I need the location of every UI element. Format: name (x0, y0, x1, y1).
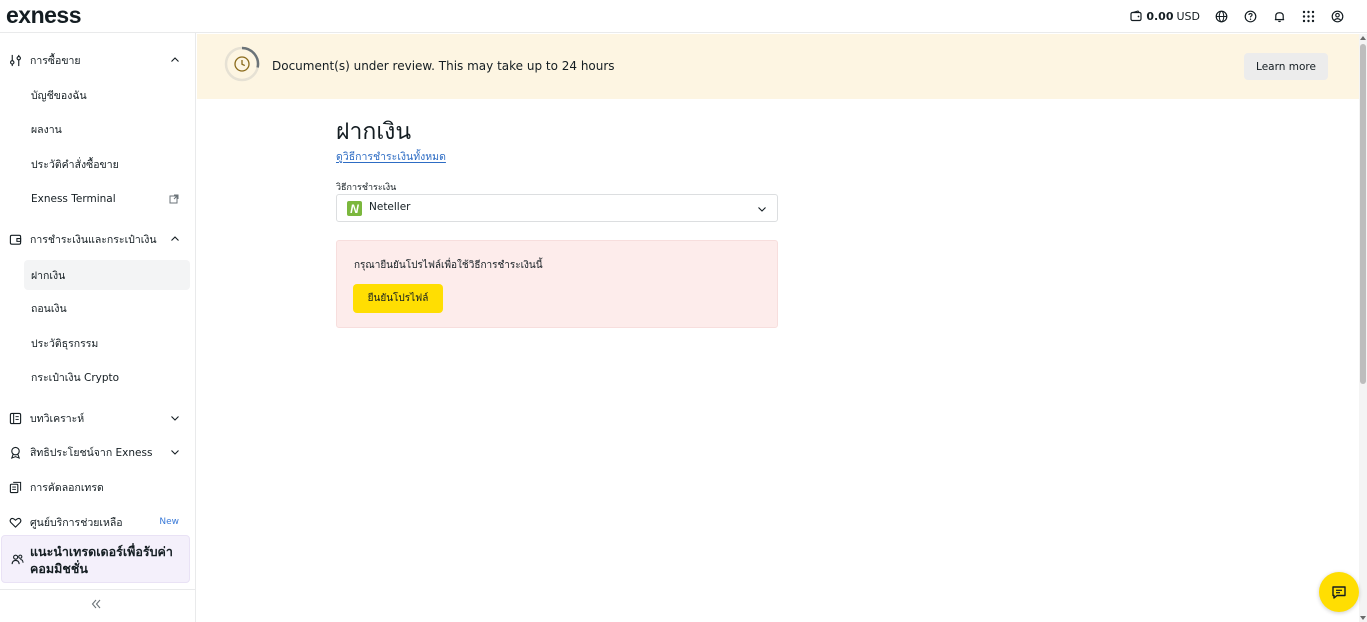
chevron-down-icon (170, 447, 180, 457)
external-link-icon (169, 194, 179, 204)
sidebar-item-withdrawal[interactable]: ถอนเงิน (0, 293, 196, 323)
award-icon (8, 445, 22, 459)
payment-method-label: วิธีการชำระเงิน (336, 183, 397, 193)
referral-promo[interactable]: แนะนำเทรดเดอร์เพื่อรับค่าคอมมิชชั่น (1, 535, 190, 583)
sidebar-item-support-center[interactable]: ศูนย์บริการช่วยเหลือ New (0, 507, 196, 537)
chevron-down-icon (758, 207, 766, 212)
balance-currency: USD (1176, 9, 1200, 23)
top-header: exness 0.00 USD (0, 0, 1367, 33)
clock-progress-icon (224, 46, 260, 82)
chat-support-button[interactable] (1319, 572, 1359, 612)
sidebar-divider (0, 589, 196, 590)
collapse-sidebar-icon[interactable] (88, 596, 104, 612)
verify-profile-alert: กรุณายืนยันโปรไฟล์เพื่อใช้วิธีการชำระเงิ… (336, 240, 778, 328)
sidebar-section-label: การชำระเงินและกระเป๋าเงิน (30, 233, 157, 246)
sliders-icon (8, 53, 22, 67)
exness-logo[interactable]: exness (6, 2, 82, 29)
sidebar-item-exness-terminal[interactable]: Exness Terminal (0, 184, 196, 214)
chevron-down-icon (170, 413, 180, 423)
sidebar-section-label: บทวิเคราะห์ (30, 412, 85, 425)
sidebar-item-order-history[interactable]: ประวัติคำสั่งซื้อขาย (0, 149, 196, 179)
sidebar-section-trading[interactable]: การซื้อขาย (0, 45, 196, 75)
payment-method-select[interactable]: N Neteller (336, 194, 778, 222)
analytics-icon (8, 411, 22, 425)
users-icon (10, 552, 24, 566)
verify-profile-alert-text: กรุณายืนยันโปรไฟล์เพื่อใช้วิธีการชำระเงิ… (354, 260, 543, 271)
verify-profile-button[interactable]: ยืนยันโปรไฟล์ (353, 284, 443, 313)
header-actions: 0.00 USD (1128, 0, 1345, 32)
page-scrollbar[interactable] (1359, 34, 1367, 622)
sidebar: การซื้อขาย บัญชีของฉัน ผลงาน ประวัติคำสั… (0, 33, 196, 622)
scrollbar-thumb[interactable] (1360, 44, 1366, 384)
scroll-down-icon[interactable] (1359, 614, 1367, 622)
heart-icon (8, 515, 22, 529)
sidebar-item-label: การคัดลอกเทรด (30, 481, 104, 494)
wallet-icon (8, 232, 22, 246)
sidebar-item-label: ศูนย์บริการช่วยเหลือ (30, 516, 123, 529)
sidebar-section-analytics[interactable]: บทวิเคราะห์ (0, 403, 196, 433)
neteller-logo-icon: N (347, 201, 362, 216)
review-banner: Document(s) under review. This may take … (197, 34, 1359, 99)
sidebar-item-crypto-wallet[interactable]: กระเป๋าเงิน Crypto (0, 362, 196, 392)
bell-icon[interactable] (1272, 9, 1287, 24)
page-title: ฝากเงิน (336, 119, 412, 145)
sidebar-section-benefits[interactable]: สิทธิประโยชน์จาก Exness (0, 437, 196, 467)
balance-display[interactable]: 0.00 USD (1128, 9, 1200, 24)
help-icon[interactable] (1243, 9, 1258, 24)
all-payment-methods-link[interactable]: ดูวิธีการชำระเงินทั้งหมด (336, 148, 446, 165)
new-badge: New (159, 517, 179, 527)
chat-icon (1332, 586, 1346, 599)
scroll-up-icon[interactable] (1359, 34, 1367, 42)
sidebar-item-my-accounts[interactable]: บัญชีของฉัน (0, 80, 196, 110)
sidebar-item-transaction-history[interactable]: ประวัติธุรกรรม (0, 328, 196, 358)
review-banner-text: Document(s) under review. This may take … (272, 59, 615, 73)
sidebar-item-copy-trading[interactable]: การคัดลอกเทรด (0, 472, 196, 502)
sidebar-section-label: สิทธิประโยชน์จาก Exness (30, 446, 153, 459)
copy-icon (8, 480, 22, 494)
globe-icon[interactable] (1214, 9, 1229, 24)
sidebar-section-payments[interactable]: การชำระเงินและกระเป๋าเงิน (0, 224, 196, 254)
chevron-up-icon (170, 234, 180, 244)
wallet-icon (1128, 9, 1143, 24)
sidebar-item-performance[interactable]: ผลงาน (0, 114, 196, 144)
sidebar-item-deposit[interactable]: ฝากเงิน (24, 260, 190, 290)
sidebar-section-label: การซื้อขาย (30, 54, 81, 67)
payment-method-value: Neteller (369, 201, 411, 213)
referral-promo-label: แนะนำเทรดเดอร์เพื่อรับค่าคอมมิชชั่น (30, 544, 173, 576)
balance-amount: 0.00 (1146, 9, 1174, 23)
apps-grid-icon[interactable] (1301, 9, 1316, 24)
chevron-up-icon (170, 55, 180, 65)
learn-more-button[interactable]: Learn more (1244, 53, 1328, 80)
account-icon[interactable] (1330, 9, 1345, 24)
